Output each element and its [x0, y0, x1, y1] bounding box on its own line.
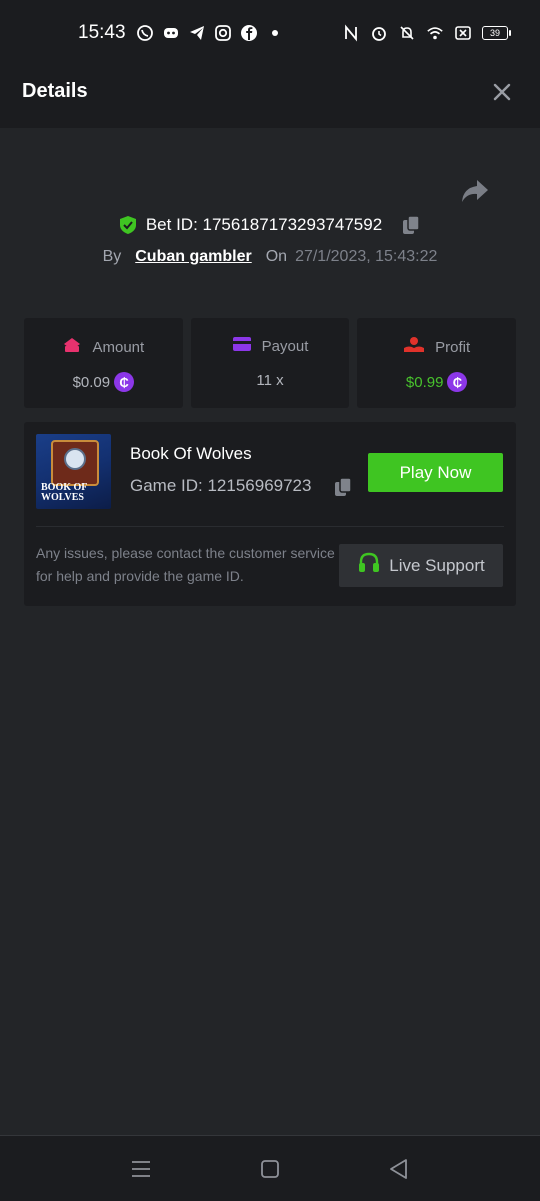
amount-label: Amount	[92, 338, 145, 356]
system-icons: 39	[342, 24, 511, 42]
status-time: 15:43	[78, 22, 126, 43]
game-thumbnail[interactable]: BOOK OF WOLVES	[36, 434, 111, 509]
headset-icon	[357, 551, 381, 580]
wifi-icon	[426, 24, 444, 42]
profit-card: Profit $0.99 ₵	[357, 318, 517, 408]
instagram-icon	[214, 24, 232, 42]
coin-icon: ₵	[114, 372, 135, 392]
game-card: BOOK OF WOLVES Book Of Wolves Game ID: 1…	[24, 422, 516, 606]
payout-label: Payout	[261, 337, 309, 355]
discord-icon	[162, 24, 180, 42]
system-navigation-bar	[0, 1135, 540, 1201]
back-icon[interactable]	[386, 1156, 412, 1182]
play-now-button[interactable]: Play Now	[368, 453, 503, 492]
profit-label: Profit	[435, 338, 471, 356]
details-header: Details	[0, 60, 540, 128]
nfc-icon	[342, 24, 360, 42]
sim-off-icon	[454, 24, 472, 42]
bet-author-row: By Cuban gambler On 27/1/2023, 15:43:22	[0, 248, 540, 266]
status-bar: 15:43 39	[0, 0, 540, 60]
home-icon[interactable]	[257, 1156, 283, 1182]
payout-card: Payout 11 x	[190, 318, 350, 408]
bet-stats: Amount $0.09 ₵ Payout 11 x Profit $0.99 …	[24, 318, 517, 408]
alarm-icon	[370, 24, 388, 42]
amount-card: Amount $0.09 ₵	[24, 318, 183, 408]
battery-icon: 39	[482, 26, 511, 40]
telegram-icon	[188, 24, 206, 42]
thumbnail-title: BOOK OF WOLVES	[41, 482, 88, 503]
profit-value: $0.99	[405, 373, 444, 391]
game-id: Game ID: 12156969723	[130, 476, 312, 495]
profit-icon	[403, 336, 425, 358]
bet-datetime: 27/1/2023, 15:43:22	[295, 248, 438, 265]
whatsapp-icon	[136, 24, 154, 42]
username-link[interactable]: Cuban gambler	[135, 248, 251, 266]
share-icon[interactable]	[460, 178, 490, 204]
notification-icons	[136, 24, 284, 42]
bet-id: Bet ID: 1756187173293747592	[145, 215, 383, 234]
payout-value: 11 x	[256, 372, 284, 389]
menu-icon[interactable]	[128, 1156, 154, 1182]
card-icon	[232, 336, 252, 356]
copy-game-id-icon[interactable]	[332, 476, 354, 498]
bet-id-row: Bet ID: 1756187173293747592	[0, 214, 540, 236]
mute-icon	[398, 24, 416, 42]
support-notice: Any issues, please contact the customer …	[36, 545, 335, 584]
coin-icon: ₵	[447, 372, 468, 392]
page-title: Details	[22, 80, 88, 102]
facebook-icon	[240, 24, 258, 42]
live-support-button[interactable]: Live Support	[339, 544, 503, 587]
dot-icon	[266, 24, 284, 42]
close-icon[interactable]	[490, 80, 514, 104]
copy-bet-id-icon[interactable]	[400, 214, 422, 236]
divider	[36, 526, 504, 527]
by-label: By	[102, 248, 122, 265]
amount-value: $0.09	[72, 373, 111, 391]
eye-art	[64, 448, 86, 470]
verified-shield-icon	[118, 215, 138, 235]
on-label: On	[265, 248, 288, 265]
game-name: Book Of Wolves	[130, 444, 252, 463]
amount-icon	[62, 336, 82, 358]
live-support-label: Live Support	[389, 555, 485, 575]
